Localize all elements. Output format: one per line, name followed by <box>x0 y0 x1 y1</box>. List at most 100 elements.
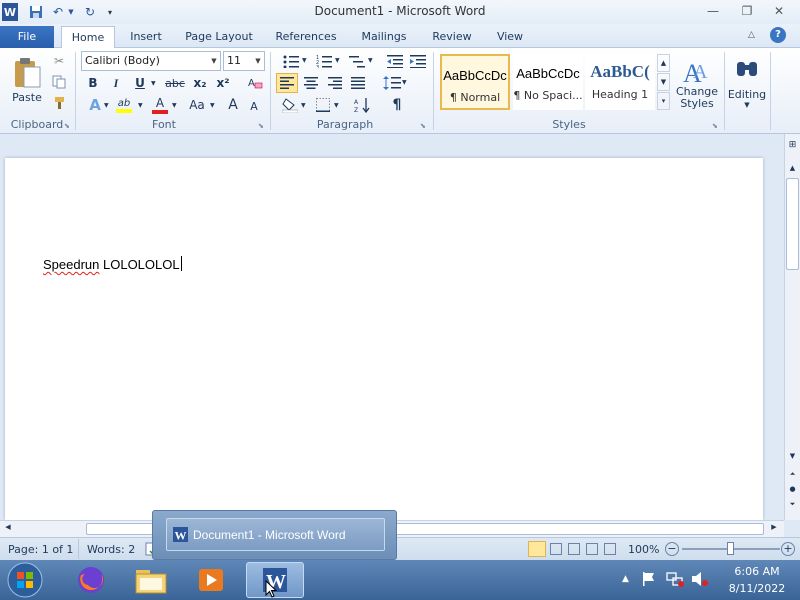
increase-indent-icon[interactable] <box>409 52 427 70</box>
web-layout-icon[interactable] <box>568 543 580 555</box>
decrease-indent-icon[interactable] <box>386 52 404 70</box>
chevron-down-icon[interactable]: ▼ <box>210 102 215 109</box>
tab-review[interactable]: Review <box>426 27 478 48</box>
outline-view-icon[interactable] <box>586 543 598 555</box>
help-icon[interactable]: ? <box>770 27 786 43</box>
misspelled-word[interactable]: Speedrun <box>43 257 99 272</box>
zoom-out-icon[interactable]: − <box>665 542 679 556</box>
word-count[interactable]: Words: 2 <box>87 543 135 556</box>
scroll-right-icon[interactable]: ▶ <box>768 523 780 535</box>
chevron-down-icon[interactable]: ▼ <box>172 102 177 109</box>
minimize-ribbon-icon[interactable]: △ <box>748 30 755 40</box>
change-styles-button[interactable]: AA Change Styles <box>674 52 720 116</box>
chevron-down-icon[interactable]: ▼ <box>302 57 307 64</box>
styles-launcher-icon[interactable]: ⬊ <box>712 122 718 130</box>
browse-object-icon[interactable]: ● <box>786 485 799 497</box>
borders-icon[interactable] <box>313 95 333 115</box>
highlight-icon[interactable]: ab <box>113 95 135 115</box>
tab-insert[interactable]: Insert <box>124 27 168 48</box>
draft-view-icon[interactable] <box>604 543 616 555</box>
strikethrough-button[interactable]: abc <box>163 74 187 92</box>
vertical-scroll-thumb[interactable] <box>786 178 799 270</box>
format-painter-icon[interactable] <box>50 94 68 112</box>
justify-icon[interactable] <box>347 73 369 93</box>
italic-button[interactable]: I <box>107 74 125 92</box>
align-right-icon[interactable] <box>324 73 346 93</box>
font-size-select[interactable]: 11 ▼ <box>223 51 265 71</box>
editing-button[interactable]: Editing ▼ <box>728 52 766 112</box>
chevron-down-icon[interactable]: ▼ <box>151 80 156 87</box>
system-clock[interactable]: 6:06 AM 8/11/2022 <box>722 563 792 597</box>
document-page[interactable] <box>5 158 763 520</box>
tab-page-layout[interactable]: Page Layout <box>180 27 258 48</box>
styles-scroll-down-icon[interactable]: ▼ <box>657 73 670 91</box>
scroll-up-icon[interactable]: ▲ <box>786 164 799 176</box>
line-spacing-icon[interactable] <box>381 73 403 93</box>
action-center-flag-icon[interactable] <box>641 571 657 587</box>
tab-file[interactable]: File <box>0 26 54 48</box>
zoom-level[interactable]: 100% <box>628 543 659 556</box>
paste-button[interactable]: Paste <box>8 52 46 108</box>
explorer-taskbar-button[interactable] <box>122 562 180 598</box>
multilevel-list-icon[interactable] <box>346 52 368 70</box>
volume-muted-icon[interactable] <box>691 571 709 587</box>
align-center-icon[interactable] <box>300 73 322 93</box>
chevron-down-icon[interactable]: ▼ <box>335 57 340 64</box>
chevron-down-icon[interactable]: ▼ <box>301 102 306 109</box>
text-effects-icon[interactable]: A <box>84 96 106 114</box>
minimize-icon[interactable]: — <box>700 2 726 20</box>
superscript-button[interactable]: x² <box>213 74 233 92</box>
firefox-taskbar-button[interactable] <box>62 562 120 598</box>
page-count[interactable]: Page: 1 of 1 <box>8 543 73 556</box>
font-launcher-icon[interactable]: ⬊ <box>258 122 264 130</box>
bullets-icon[interactable] <box>280 52 302 70</box>
chevron-down-icon[interactable]: ▼ <box>334 102 339 109</box>
ruler-toggle-icon[interactable]: ⊞ <box>786 140 799 154</box>
print-layout-view-icon[interactable] <box>528 541 546 557</box>
chevron-down-icon[interactable]: ▼ <box>402 79 407 86</box>
zoom-in-icon[interactable]: + <box>781 542 795 556</box>
document-text[interactable]: Speedrun LOLOLOLOL <box>43 256 182 272</box>
bold-button[interactable]: B <box>84 74 102 92</box>
scroll-down-icon[interactable]: ▼ <box>786 452 799 464</box>
cut-icon[interactable]: ✂ <box>50 52 68 70</box>
style-no-spacing[interactable]: AaBbCcDc ¶ No Spaci... <box>513 54 583 110</box>
chevron-down-icon[interactable]: ▼ <box>104 102 109 109</box>
show-hidden-icons-icon[interactable]: ▲ <box>622 574 629 584</box>
underline-button[interactable]: U <box>131 74 149 92</box>
scroll-left-icon[interactable]: ◀ <box>2 523 14 535</box>
previous-page-icon[interactable]: ⏶ <box>786 470 799 482</box>
shrink-font-icon[interactable]: A <box>245 98 263 114</box>
subscript-button[interactable]: x₂ <box>190 74 210 92</box>
zoom-slider-thumb[interactable] <box>727 542 734 555</box>
shading-icon[interactable] <box>280 95 300 115</box>
grow-font-button[interactable]: A <box>224 96 242 114</box>
font-family-select[interactable]: Calibri (Body) ▼ <box>81 51 221 71</box>
align-left-button[interactable] <box>276 73 298 93</box>
show-formatting-marks-button[interactable]: ¶ <box>387 95 407 115</box>
tab-home[interactable]: Home <box>61 26 115 48</box>
vertical-scrollbar[interactable]: ⊞ ▲ ▼ ⏶ ● ⏷ <box>784 134 800 520</box>
close-icon[interactable]: ✕ <box>766 2 792 20</box>
full-screen-reading-icon[interactable] <box>550 543 562 555</box>
restore-icon[interactable]: ❐ <box>734 2 760 20</box>
next-page-icon[interactable]: ⏷ <box>786 500 799 512</box>
sort-icon[interactable]: AZ <box>352 95 374 115</box>
style-heading-1[interactable]: AaBbC( Heading 1 <box>585 54 655 110</box>
copy-icon[interactable] <box>50 73 68 91</box>
font-color-icon[interactable]: A <box>150 95 170 115</box>
style-normal[interactable]: AaBbCcDc ¶ Normal <box>440 54 510 110</box>
tab-mailings[interactable]: Mailings <box>354 27 414 48</box>
styles-more-icon[interactable]: ▾ <box>657 92 670 110</box>
numbering-icon[interactable]: 123 <box>313 52 335 70</box>
clear-formatting-icon[interactable]: A <box>246 73 264 91</box>
paragraph-launcher-icon[interactable]: ⬊ <box>420 122 426 130</box>
clipboard-launcher-icon[interactable]: ⬊ <box>64 122 70 130</box>
chevron-down-icon[interactable]: ▼ <box>368 57 373 64</box>
network-icon[interactable] <box>666 571 684 587</box>
chevron-down-icon[interactable]: ▼ <box>138 102 143 109</box>
tab-references[interactable]: References <box>270 27 342 48</box>
tab-view[interactable]: View <box>490 27 530 48</box>
styles-scroll-up-icon[interactable]: ▲ <box>657 54 670 72</box>
change-case-button[interactable]: Aa <box>184 96 210 114</box>
